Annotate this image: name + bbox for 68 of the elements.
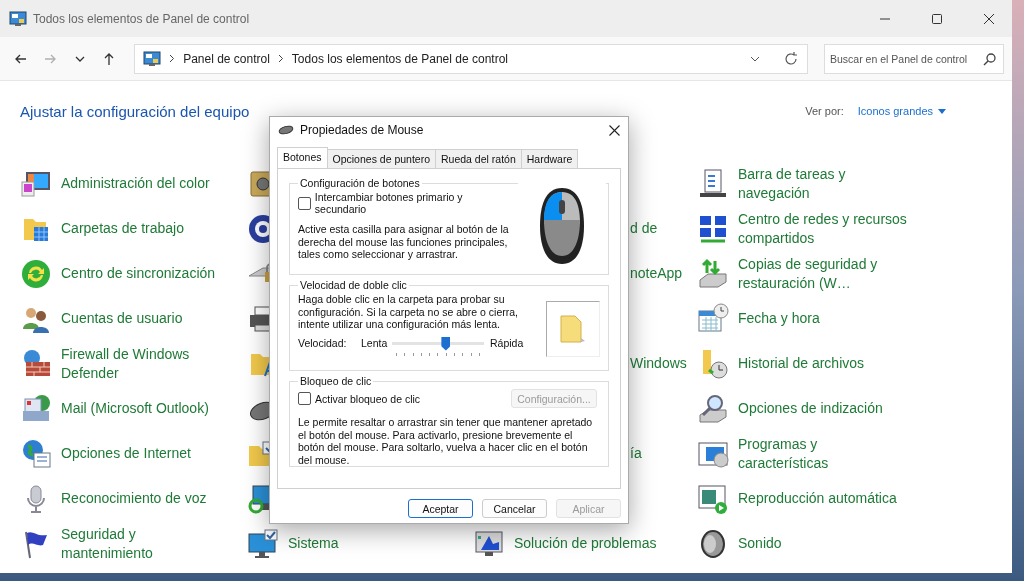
item-link[interactable]: Cuentas de usuario (61, 309, 183, 328)
group-title: Configuración de botones (299, 177, 421, 189)
magnifier-icon (697, 392, 729, 425)
taskbar-icon (697, 167, 729, 200)
item-link[interactable]: Administración del color (61, 174, 210, 193)
tab[interactable]: Botones (277, 147, 328, 168)
item-link[interactable]: Mail (Microsoft Outlook) (61, 399, 209, 418)
window-title: Todos los elementos de Panel de control (33, 11, 251, 26)
chevron-icon (169, 54, 176, 63)
breadcrumb[interactable]: Todos los elementos de Panel de control (291, 51, 508, 66)
dialog-button[interactable]: Aceptar (408, 499, 473, 518)
mouse-icon (278, 125, 294, 135)
slider-thumb[interactable] (441, 336, 451, 351)
monitor-check-icon (247, 527, 279, 560)
item-link[interactable]: Reconocimiento de voz (61, 489, 207, 508)
item-link[interactable]: Solución de problemas (514, 534, 657, 553)
description-text: Haga doble clic en la carpeta para probar su configuración. Si la carpeta no se abre o cierra, intente utilizar una configuración más lenta. (298, 293, 520, 331)
tab[interactable]: Opciones de puntero (326, 149, 436, 168)
maximize-icon[interactable] (932, 13, 942, 24)
globe-list-icon (20, 437, 52, 470)
item-link[interactable]: Centro de sincronización (61, 264, 216, 283)
view-by-dropdown[interactable]: Iconos grandes (857, 105, 946, 117)
item-link[interactable]: Centro de redes y recursos compartidos (738, 209, 908, 248)
view-by-label: Ver por: (805, 105, 844, 117)
dialog-button[interactable]: Cancelar (482, 499, 547, 518)
dialog-title: Propiedades de Mouse (300, 123, 425, 137)
speed-label: Velocidad: (298, 336, 348, 349)
sync-icon (20, 257, 52, 290)
item-link[interactable]: Firewall de Windows Defender (61, 344, 231, 383)
breadcrumb[interactable]: Panel de control (183, 51, 270, 66)
checkbox[interactable] (298, 196, 311, 210)
item-link[interactable]: Sistema (288, 534, 339, 553)
checkbox-label[interactable]: Intercambiar botones primario y secundario (314, 191, 514, 215)
caret-icon[interactable] (938, 108, 946, 114)
description-text: Le permite resaltar o arrastrar sin tener que mantener apretado el botón del mouse. Para activarlo, presione brevemente el botón del mouse. Para soltarlo, vuelva a hacer clic en el botón del mouse. (298, 416, 593, 466)
checkbox-label[interactable]: Activar bloqueo de clic (315, 392, 421, 405)
search-field[interactable]: Buscar en el Panel de control (824, 43, 1004, 74)
item-link[interactable]: Reproducción automática (738, 489, 897, 508)
search-icon[interactable] (983, 51, 997, 66)
item-link[interactable]: Seguridad y mantenimiento (61, 524, 231, 563)
item-link[interactable]: Carpetas de trabajo (61, 219, 184, 238)
item-link[interactable]: Programas y características (738, 434, 908, 473)
refresh-icon[interactable] (783, 50, 799, 67)
page-heading: Ajustar la configuración del equipo (20, 102, 251, 120)
calendar-icon (697, 302, 729, 335)
close-button[interactable] (609, 124, 620, 136)
checkbox[interactable] (298, 392, 311, 405)
item-link[interactable]: Sonido (738, 534, 782, 553)
group-title: Velocidad de doble clic (299, 279, 408, 291)
slider-max-label: Rápida (490, 336, 524, 349)
tab[interactable]: Hardware (520, 149, 579, 168)
item-link[interactable]: Opciones de Internet (61, 444, 191, 463)
slider-min-label: Lenta (361, 336, 389, 349)
description-text: Active esta casilla para asignar al botón de la derecha del mouse las funciones principales, tales como seleccionar y arrastrar. (298, 223, 510, 261)
group-title: Bloqueo de clic (299, 375, 373, 387)
control-panel-icon (9, 10, 27, 27)
item-link[interactable]: Fecha y hora (738, 309, 820, 328)
autoplay-icon (697, 482, 729, 515)
close-icon[interactable] (984, 13, 994, 24)
backup-icon (697, 257, 729, 290)
item-link[interactable]: Opciones de indización (738, 399, 883, 418)
control-panel-icon (143, 50, 162, 67)
item-link[interactable]: Copias de seguridad y restauración (W… (738, 254, 908, 293)
tab[interactable]: Rueda del ratón (435, 149, 522, 168)
chevron-icon (277, 54, 284, 63)
address-bar[interactable]: Panel de control Todos los elementos de Panel de control (134, 43, 808, 74)
item-link[interactable]: Barra de tareas y navegación (738, 164, 908, 203)
item-link[interactable]: Historial de archivos (738, 354, 865, 373)
